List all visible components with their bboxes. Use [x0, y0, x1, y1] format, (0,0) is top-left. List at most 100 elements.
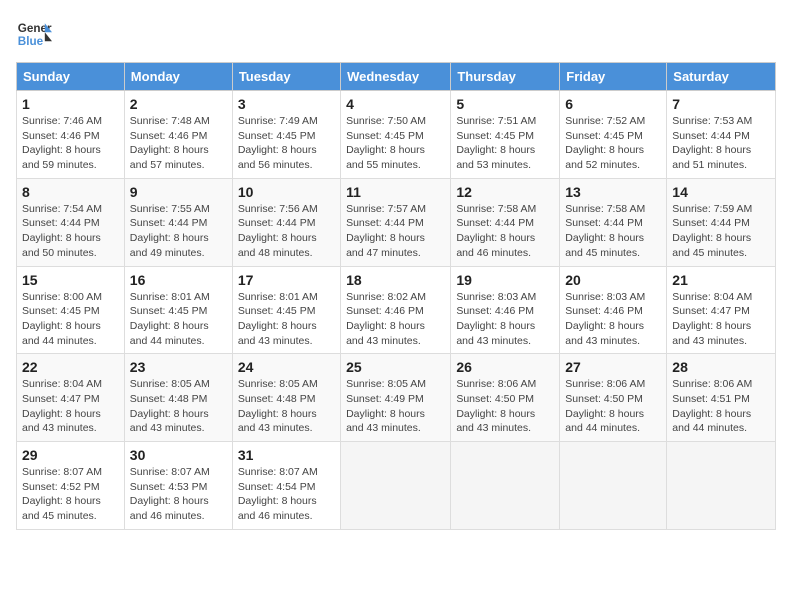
day-details: Sunrise: 7:48 AM Sunset: 4:46 PM Dayligh…	[130, 114, 227, 173]
day-details: Sunrise: 7:58 AM Sunset: 4:44 PM Dayligh…	[565, 202, 661, 261]
day-cell: 28 Sunrise: 8:06 AM Sunset: 4:51 PM Dayl…	[667, 354, 776, 442]
day-cell: 1 Sunrise: 7:46 AM Sunset: 4:46 PM Dayli…	[17, 91, 125, 179]
day-details: Sunrise: 8:05 AM Sunset: 4:49 PM Dayligh…	[346, 377, 445, 436]
day-number: 14	[672, 184, 770, 200]
day-cell	[451, 442, 560, 530]
day-number: 23	[130, 359, 227, 375]
day-details: Sunrise: 8:06 AM Sunset: 4:50 PM Dayligh…	[565, 377, 661, 436]
day-number: 25	[346, 359, 445, 375]
day-details: Sunrise: 8:01 AM Sunset: 4:45 PM Dayligh…	[130, 290, 227, 349]
day-cell: 14 Sunrise: 7:59 AM Sunset: 4:44 PM Dayl…	[667, 178, 776, 266]
day-number: 26	[456, 359, 554, 375]
day-details: Sunrise: 8:04 AM Sunset: 4:47 PM Dayligh…	[672, 290, 770, 349]
day-details: Sunrise: 8:05 AM Sunset: 4:48 PM Dayligh…	[238, 377, 335, 436]
day-number: 24	[238, 359, 335, 375]
day-details: Sunrise: 7:49 AM Sunset: 4:45 PM Dayligh…	[238, 114, 335, 173]
day-number: 31	[238, 447, 335, 463]
day-cell: 23 Sunrise: 8:05 AM Sunset: 4:48 PM Dayl…	[124, 354, 232, 442]
day-cell: 18 Sunrise: 8:02 AM Sunset: 4:46 PM Dayl…	[341, 266, 451, 354]
day-details: Sunrise: 7:55 AM Sunset: 4:44 PM Dayligh…	[130, 202, 227, 261]
day-cell: 13 Sunrise: 7:58 AM Sunset: 4:44 PM Dayl…	[560, 178, 667, 266]
day-cell: 11 Sunrise: 7:57 AM Sunset: 4:44 PM Dayl…	[341, 178, 451, 266]
day-number: 22	[22, 359, 119, 375]
col-header-friday: Friday	[560, 63, 667, 91]
day-number: 15	[22, 272, 119, 288]
day-details: Sunrise: 7:51 AM Sunset: 4:45 PM Dayligh…	[456, 114, 554, 173]
day-details: Sunrise: 8:07 AM Sunset: 4:54 PM Dayligh…	[238, 465, 335, 524]
day-number: 9	[130, 184, 227, 200]
day-details: Sunrise: 8:06 AM Sunset: 4:51 PM Dayligh…	[672, 377, 770, 436]
day-number: 12	[456, 184, 554, 200]
day-details: Sunrise: 8:06 AM Sunset: 4:50 PM Dayligh…	[456, 377, 554, 436]
col-header-wednesday: Wednesday	[341, 63, 451, 91]
logo: General Blue	[16, 16, 52, 52]
day-details: Sunrise: 8:01 AM Sunset: 4:45 PM Dayligh…	[238, 290, 335, 349]
week-row-1: 1 Sunrise: 7:46 AM Sunset: 4:46 PM Dayli…	[17, 91, 776, 179]
day-cell: 15 Sunrise: 8:00 AM Sunset: 4:45 PM Dayl…	[17, 266, 125, 354]
day-number: 17	[238, 272, 335, 288]
day-details: Sunrise: 7:50 AM Sunset: 4:45 PM Dayligh…	[346, 114, 445, 173]
day-details: Sunrise: 8:03 AM Sunset: 4:46 PM Dayligh…	[565, 290, 661, 349]
day-details: Sunrise: 8:02 AM Sunset: 4:46 PM Dayligh…	[346, 290, 445, 349]
day-details: Sunrise: 8:03 AM Sunset: 4:46 PM Dayligh…	[456, 290, 554, 349]
day-cell: 4 Sunrise: 7:50 AM Sunset: 4:45 PM Dayli…	[341, 91, 451, 179]
day-cell: 20 Sunrise: 8:03 AM Sunset: 4:46 PM Dayl…	[560, 266, 667, 354]
col-header-sunday: Sunday	[17, 63, 125, 91]
col-header-tuesday: Tuesday	[232, 63, 340, 91]
day-details: Sunrise: 7:57 AM Sunset: 4:44 PM Dayligh…	[346, 202, 445, 261]
svg-text:Blue: Blue	[18, 35, 44, 48]
day-number: 10	[238, 184, 335, 200]
day-cell: 6 Sunrise: 7:52 AM Sunset: 4:45 PM Dayli…	[560, 91, 667, 179]
day-number: 18	[346, 272, 445, 288]
day-number: 29	[22, 447, 119, 463]
day-cell: 10 Sunrise: 7:56 AM Sunset: 4:44 PM Dayl…	[232, 178, 340, 266]
day-cell: 16 Sunrise: 8:01 AM Sunset: 4:45 PM Dayl…	[124, 266, 232, 354]
col-header-thursday: Thursday	[451, 63, 560, 91]
day-cell: 31 Sunrise: 8:07 AM Sunset: 4:54 PM Dayl…	[232, 442, 340, 530]
day-number: 4	[346, 96, 445, 112]
col-header-saturday: Saturday	[667, 63, 776, 91]
day-number: 8	[22, 184, 119, 200]
day-number: 5	[456, 96, 554, 112]
day-number: 13	[565, 184, 661, 200]
day-cell: 17 Sunrise: 8:01 AM Sunset: 4:45 PM Dayl…	[232, 266, 340, 354]
day-cell: 12 Sunrise: 7:58 AM Sunset: 4:44 PM Dayl…	[451, 178, 560, 266]
col-header-monday: Monday	[124, 63, 232, 91]
day-number: 20	[565, 272, 661, 288]
day-cell: 27 Sunrise: 8:06 AM Sunset: 4:50 PM Dayl…	[560, 354, 667, 442]
day-cell: 30 Sunrise: 8:07 AM Sunset: 4:53 PM Dayl…	[124, 442, 232, 530]
week-row-5: 29 Sunrise: 8:07 AM Sunset: 4:52 PM Dayl…	[17, 442, 776, 530]
day-number: 16	[130, 272, 227, 288]
day-number: 2	[130, 96, 227, 112]
day-number: 7	[672, 96, 770, 112]
day-cell	[667, 442, 776, 530]
day-cell: 22 Sunrise: 8:04 AM Sunset: 4:47 PM Dayl…	[17, 354, 125, 442]
day-details: Sunrise: 7:46 AM Sunset: 4:46 PM Dayligh…	[22, 114, 119, 173]
header: General Blue	[16, 16, 776, 52]
day-number: 19	[456, 272, 554, 288]
day-cell: 21 Sunrise: 8:04 AM Sunset: 4:47 PM Dayl…	[667, 266, 776, 354]
day-number: 27	[565, 359, 661, 375]
day-cell: 3 Sunrise: 7:49 AM Sunset: 4:45 PM Dayli…	[232, 91, 340, 179]
day-details: Sunrise: 7:53 AM Sunset: 4:44 PM Dayligh…	[672, 114, 770, 173]
day-cell: 7 Sunrise: 7:53 AM Sunset: 4:44 PM Dayli…	[667, 91, 776, 179]
day-details: Sunrise: 7:52 AM Sunset: 4:45 PM Dayligh…	[565, 114, 661, 173]
day-details: Sunrise: 8:00 AM Sunset: 4:45 PM Dayligh…	[22, 290, 119, 349]
day-details: Sunrise: 7:54 AM Sunset: 4:44 PM Dayligh…	[22, 202, 119, 261]
header-row: SundayMondayTuesdayWednesdayThursdayFrid…	[17, 63, 776, 91]
week-row-2: 8 Sunrise: 7:54 AM Sunset: 4:44 PM Dayli…	[17, 178, 776, 266]
day-number: 30	[130, 447, 227, 463]
day-details: Sunrise: 7:56 AM Sunset: 4:44 PM Dayligh…	[238, 202, 335, 261]
day-cell: 8 Sunrise: 7:54 AM Sunset: 4:44 PM Dayli…	[17, 178, 125, 266]
day-details: Sunrise: 7:59 AM Sunset: 4:44 PM Dayligh…	[672, 202, 770, 261]
day-cell: 25 Sunrise: 8:05 AM Sunset: 4:49 PM Dayl…	[341, 354, 451, 442]
day-cell: 19 Sunrise: 8:03 AM Sunset: 4:46 PM Dayl…	[451, 266, 560, 354]
day-number: 28	[672, 359, 770, 375]
day-cell	[341, 442, 451, 530]
day-cell: 24 Sunrise: 8:05 AM Sunset: 4:48 PM Dayl…	[232, 354, 340, 442]
logo-icon: General Blue	[16, 16, 52, 52]
calendar-table: SundayMondayTuesdayWednesdayThursdayFrid…	[16, 62, 776, 530]
day-cell	[560, 442, 667, 530]
day-cell: 2 Sunrise: 7:48 AM Sunset: 4:46 PM Dayli…	[124, 91, 232, 179]
day-cell: 29 Sunrise: 8:07 AM Sunset: 4:52 PM Dayl…	[17, 442, 125, 530]
